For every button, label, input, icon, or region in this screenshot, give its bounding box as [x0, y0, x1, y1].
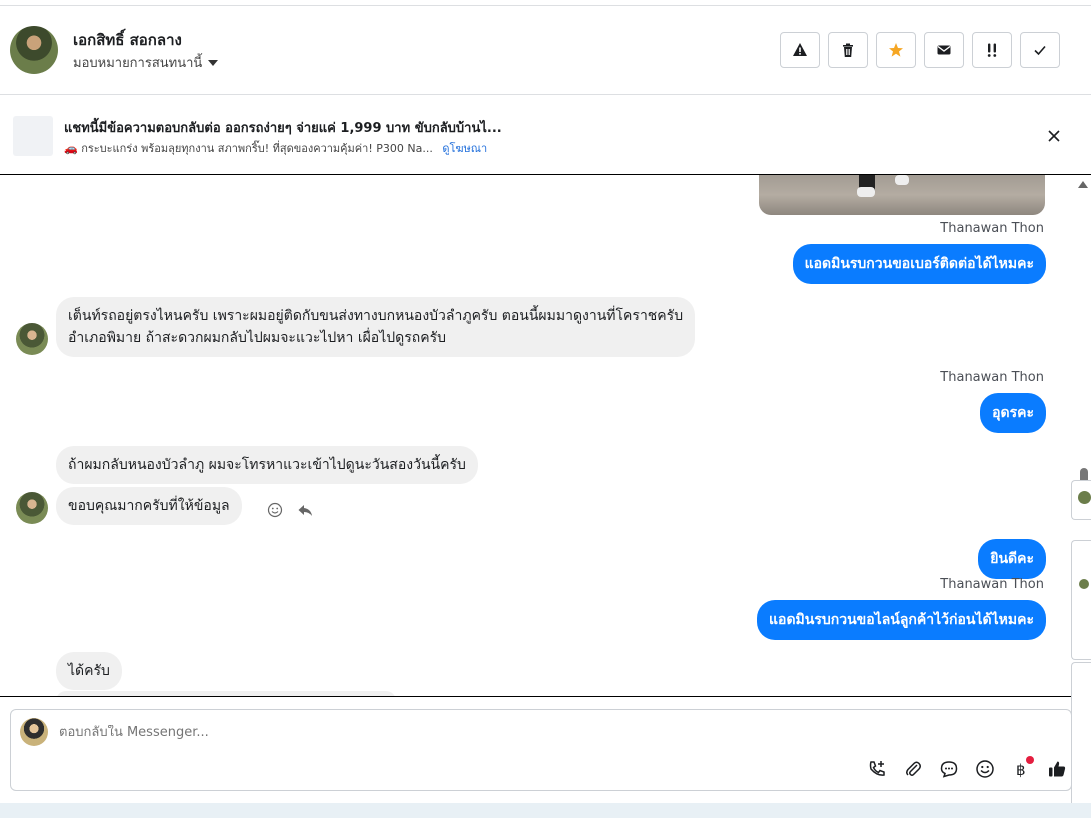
contact-avatar[interactable] [10, 26, 58, 74]
video-frame-detail [857, 187, 875, 197]
message-thread: Thanawan Thon แอดมินรบกวนขอเบอร์ติดต่อได… [0, 174, 1091, 697]
mark-spam-button[interactable] [780, 32, 820, 68]
video-frame-detail [895, 175, 909, 185]
contact-name[interactable]: เอกสิทธิ์ สอกลาง [73, 28, 182, 52]
ad-subtitle: 🚗 กระบะแกร่ง พร้อมลุยทุกงาน สภาพกริ๊บ! ท… [64, 142, 433, 155]
like-button[interactable] [1046, 758, 1068, 780]
envelope-icon [937, 45, 951, 55]
mark-done-button[interactable] [1020, 32, 1060, 68]
reply-input[interactable] [59, 725, 659, 740]
assign-label: มอบหมายการสนทนานี้ [73, 56, 203, 71]
incoming-message[interactable]: ถ้าผมกลับหนองบัวลำภู ผมจะโทรหาแวะเข้าไปด… [56, 446, 478, 484]
follow-up-button[interactable] [972, 32, 1012, 68]
trash-icon [843, 43, 853, 57]
outgoing-message[interactable]: แอดมินรบกวนขอไลน์ลูกค้าไว้ก่อนได้ไหมคะ [757, 600, 1046, 640]
side-panel-edge[interactable] [1071, 662, 1091, 816]
conversation-header: เอกสิทธิ์ สอกลาง มอบหมายการสนทนานี้ [0, 6, 1091, 95]
bottom-strip [0, 803, 1091, 818]
message-actions [267, 502, 313, 518]
header-actions [780, 32, 1060, 68]
call-button[interactable] [866, 758, 888, 780]
outgoing-message[interactable]: แอดมินรบกวนขอเบอร์ติดต่อได้ไหมคะ [792, 244, 1046, 284]
sender-name: Thanawan Thon [940, 221, 1044, 236]
incoming-message[interactable]: เต็นท์รถอยู่ตรงไหนครับ เพราะผมอยู่ติดกับ… [56, 297, 696, 357]
side-panel-edge[interactable] [1071, 480, 1091, 520]
emoji-button[interactable] [974, 758, 996, 780]
inbox-conversation-view: เอกสิทธิ์ สอกลาง มอบหมายการสนทนานี้ แชทน… [0, 0, 1091, 818]
thumbs-up-icon [1049, 761, 1066, 777]
outgoing-message[interactable]: อุดรคะ [980, 393, 1046, 433]
call-add-icon [869, 761, 885, 776]
attach-button[interactable] [902, 758, 924, 780]
reply-icon[interactable] [297, 502, 313, 518]
message-line: เต็นท์รถอยู่ตรงไหนครับ เพราะผมอยู่ติดกับ… [68, 308, 684, 324]
delete-button[interactable] [828, 32, 868, 68]
composer-toolbar: ฿ [866, 756, 1068, 780]
emoji-icon [976, 760, 994, 778]
emoji-reaction-icon[interactable] [267, 502, 283, 518]
contact-avatar-small [16, 492, 48, 524]
page-avatar [20, 718, 48, 746]
mark-unread-button[interactable] [924, 32, 964, 68]
assign-conversation-dropdown[interactable]: มอบหมายการสนทนานี้ [73, 52, 219, 73]
contact-avatar-small [1079, 579, 1089, 589]
follow-up-icon [987, 43, 997, 57]
video-attachment[interactable] [759, 175, 1045, 215]
close-icon[interactable] [1046, 128, 1062, 144]
message-composer: ฿ [10, 709, 1072, 791]
notification-dot [1026, 756, 1034, 764]
sender-name: Thanawan Thon [940, 370, 1044, 385]
ad-thumbnail [13, 116, 53, 156]
saved-reply-button[interactable] [938, 758, 960, 780]
contact-avatar-small [16, 323, 48, 355]
scroll-up-arrow-icon[interactable] [1078, 181, 1088, 188]
caret-down-icon [208, 59, 219, 66]
svg-text:฿: ฿ [1016, 761, 1026, 779]
incoming-message[interactable]: ได้ครับ [56, 652, 122, 690]
view-ad-link[interactable]: ดูโฆษณา [442, 142, 487, 155]
saved-reply-icon [940, 761, 958, 778]
outgoing-message[interactable]: ยินดีคะ [978, 539, 1046, 579]
side-panel-edge[interactable] [1071, 540, 1091, 660]
incoming-message-partial [56, 691, 396, 696]
warning-icon [793, 43, 807, 56]
ad-title: แชทนี้มีข้อความตอบกลับต่อ ออกรถง่ายๆ จ่า… [64, 121, 502, 136]
check-icon [1034, 45, 1046, 56]
ad-reply-banner: แชทนี้มีข้อความตอบกลับต่อ ออกรถง่ายๆ จ่า… [0, 96, 1091, 174]
contact-avatar-small [1078, 491, 1091, 504]
star-button[interactable] [876, 32, 916, 68]
star-icon [889, 43, 903, 57]
payment-button[interactable]: ฿ [1010, 756, 1034, 780]
ad-subtitle-row: 🚗 กระบะแกร่ง พร้อมลุยทุกงาน สภาพกริ๊บ! ท… [64, 139, 487, 157]
message-line: อำเภอพิมาย ถ้าสะดวกผมกลับไปผมจะแวะไปหา เ… [68, 330, 447, 346]
sender-name: Thanawan Thon [940, 577, 1044, 592]
attachment-icon [906, 761, 921, 776]
incoming-message[interactable]: ขอบคุณมากครับที่ให้ข้อมูล [56, 487, 242, 525]
